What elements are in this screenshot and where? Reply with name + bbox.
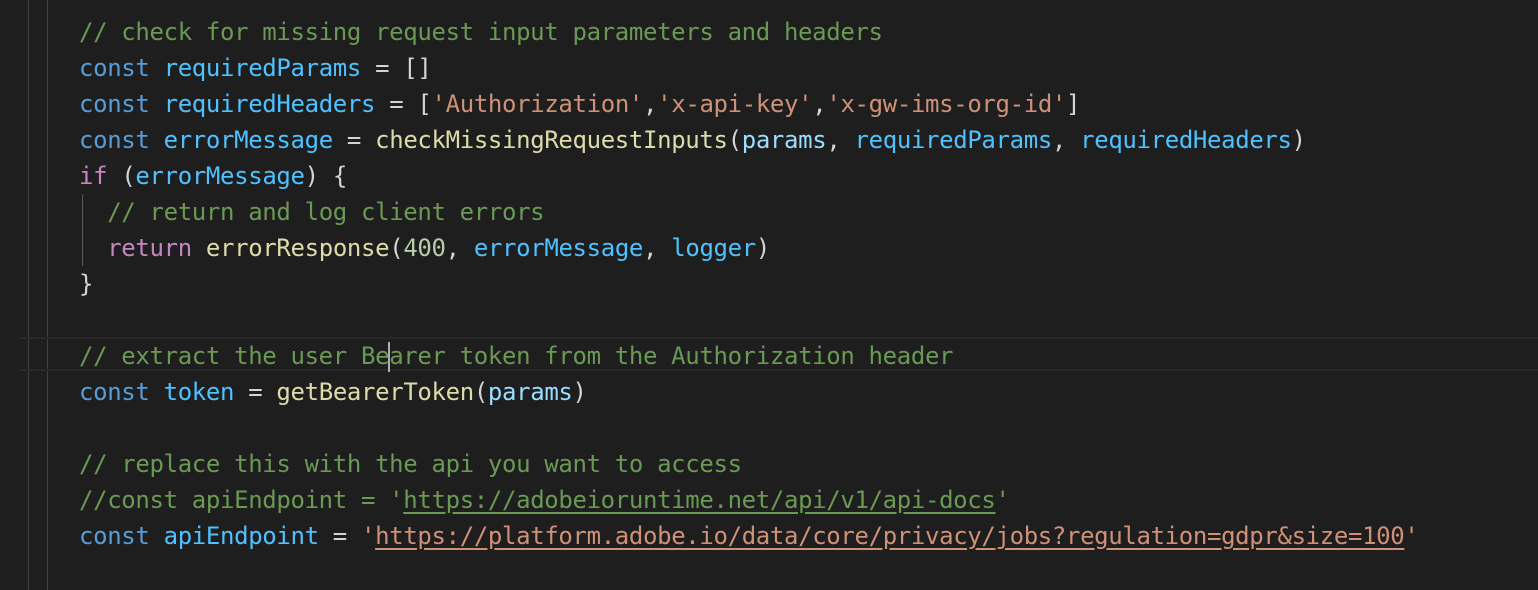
comma: , (1051, 126, 1081, 154)
comma: , (643, 234, 672, 262)
code-lines[interactable]: // check for missing request input param… (79, 14, 1419, 554)
comma: , (812, 90, 827, 118)
comma: , (643, 90, 658, 118)
comma: , (445, 234, 474, 262)
indent-guide (28, 0, 29, 590)
comment: // extract the user Be (79, 342, 390, 370)
identifier: apiEndpoint (163, 522, 319, 550)
operator: = (375, 90, 418, 118)
paren: ) (1291, 126, 1306, 154)
string-literal: 'x-api-key' (657, 90, 813, 118)
identifier: token (163, 378, 235, 406)
quote: ' (361, 522, 376, 550)
argument: requiredHeaders (1080, 126, 1292, 154)
function-call: checkMissingRequestInputs (375, 126, 728, 154)
code-line-14[interactable]: //const apiEndpoint = 'https://adobeioru… (79, 482, 1418, 518)
operator: = (361, 54, 404, 82)
quote: ' (1404, 522, 1419, 550)
indent-guide (47, 0, 48, 590)
comment: // replace this with the api you want to… (79, 450, 742, 478)
operator: = (332, 126, 376, 154)
comma: , (826, 126, 855, 154)
argument: errorMessage (473, 234, 644, 262)
argument: params (741, 126, 827, 154)
paren: ( (473, 378, 488, 406)
string-literal: 'Authorization' (431, 90, 644, 118)
paren: ) (304, 162, 319, 190)
code-line-1[interactable]: // check for missing request input param… (79, 14, 1418, 50)
url-link[interactable]: https://platform.adobe.io/data/core/priv… (375, 522, 1405, 550)
paren: ( (121, 162, 136, 190)
brace: } (79, 270, 94, 298)
code-line-13[interactable]: // replace this with the api you want to… (79, 446, 1418, 482)
code-line-3[interactable]: const requiredHeaders = ['Authorization'… (79, 86, 1418, 122)
code-line-10[interactable]: // extract the user Bearer token from th… (79, 338, 1418, 374)
url-link[interactable]: https://adobeioruntime.net/api/v1/api-do… (403, 486, 996, 514)
identifier: errorMessage (163, 126, 334, 154)
keyword: if (79, 162, 108, 190)
number-literal: 400 (403, 234, 446, 262)
code-line-15[interactable]: const apiEndpoint = 'https://platform.ad… (79, 518, 1419, 554)
argument: requiredParams (854, 126, 1053, 154)
keyword: const (79, 126, 150, 154)
code-line-12[interactable] (79, 410, 1418, 446)
paren: ) (755, 234, 770, 262)
argument: logger (671, 234, 756, 262)
code-line-2[interactable]: const requiredParams = [] (79, 50, 1418, 86)
keyword: const (79, 378, 150, 406)
code-line-5[interactable]: if (errorMessage) { (79, 158, 1418, 194)
comment: arer token from the Authorization header (389, 342, 954, 370)
identifier: errorMessage (135, 162, 305, 190)
keyword: const (79, 54, 150, 82)
paren: ( (727, 126, 742, 154)
bracket: ] (1066, 90, 1081, 118)
string-literal: 'x-gw-ims-org-id' (826, 90, 1067, 118)
function-call: errorResponse (205, 234, 390, 262)
comment: // return and log client errors (107, 198, 545, 226)
brace: { (318, 162, 347, 190)
code-line-9[interactable] (79, 302, 1418, 338)
code-line-7[interactable]: return errorResponse(400, errorMessage, … (79, 230, 1418, 266)
comment: ' (995, 486, 1010, 514)
argument: params (487, 378, 573, 406)
code-line-6[interactable]: // return and log client errors (79, 194, 1418, 230)
paren: ) (572, 378, 587, 406)
array-literal: [] (403, 54, 432, 82)
code-line-11[interactable]: const token = getBearerToken(params) (79, 374, 1418, 410)
code-line-4[interactable]: const errorMessage = checkMissingRequest… (79, 122, 1418, 158)
comment: //const apiEndpoint = ' (79, 486, 404, 514)
keyword: return (107, 234, 192, 262)
keyword: const (79, 90, 150, 118)
keyword: const (79, 522, 150, 550)
code-editor[interactable]: // check for missing request input param… (0, 0, 1538, 590)
function-call: getBearerToken (276, 378, 474, 406)
identifier: requiredHeaders (163, 90, 376, 118)
bracket: [ (417, 90, 432, 118)
code-line-8[interactable]: } (79, 266, 1418, 302)
operator: = (234, 378, 277, 406)
comment: // check for missing request input param… (79, 18, 883, 46)
operator: = (318, 522, 362, 550)
identifier: requiredParams (163, 54, 362, 82)
paren: ( (389, 234, 404, 262)
